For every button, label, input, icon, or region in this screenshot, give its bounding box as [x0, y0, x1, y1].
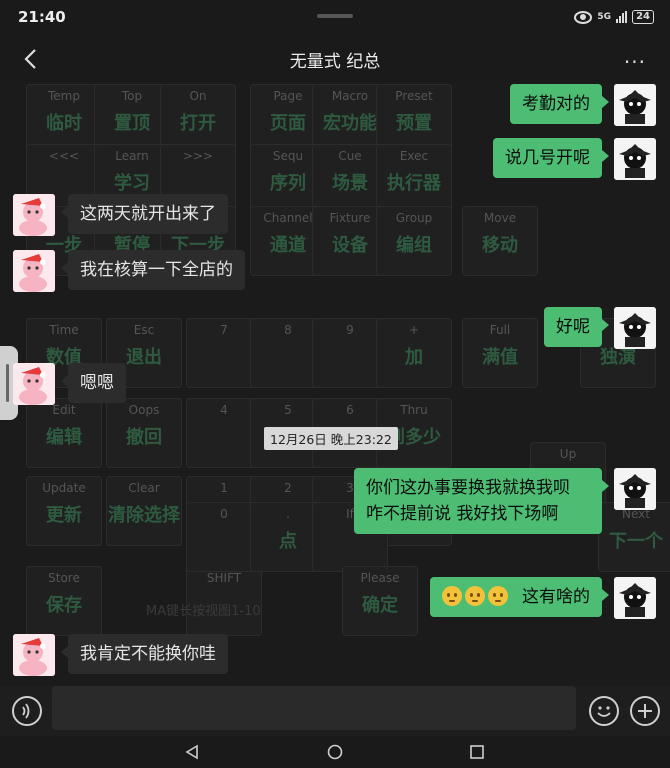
friend-avatar[interactable] — [13, 634, 55, 676]
message-bubble[interactable]: 这有啥的 — [430, 577, 609, 617]
my-avatar[interactable] — [614, 138, 656, 180]
background-key-label: SHIFT — [206, 571, 242, 585]
status-icons: 5G 24 — [574, 8, 654, 26]
background-key-label: Move — [483, 211, 517, 225]
background-key-label: Up — [559, 447, 577, 461]
background-key-zh-label: 清除选择 — [108, 505, 180, 526]
background-key-zh-label: 下一个 — [609, 531, 663, 552]
background-key: Clear 清除选择 — [106, 476, 182, 546]
emoji-roll-eyes-icon — [488, 586, 509, 606]
background-key-label: Edit — [52, 403, 76, 417]
nav-back-icon[interactable] — [184, 744, 200, 760]
background-key-zh-label: 临时 — [46, 113, 82, 134]
plus-icon[interactable] — [630, 696, 660, 726]
my-avatar[interactable] — [614, 577, 656, 619]
background-key-zh-label: 撤回 — [126, 427, 162, 448]
friend-avatar[interactable] — [13, 363, 55, 405]
background-key: Group 编组 — [376, 206, 452, 276]
background-key: Please 确定 — [342, 566, 418, 636]
nav-recent-icon[interactable] — [469, 744, 485, 760]
chat-area[interactable]: Temp 临时 Top 置顶 On 打开 Page 页面 Macro 宏功能 Preset 预置 <<<… — [0, 82, 670, 686]
background-key-label: Update — [42, 481, 86, 495]
input-bar — [0, 686, 670, 736]
message-bubble[interactable]: 说几号开呢 — [493, 138, 609, 178]
background-key-label: On — [189, 89, 207, 103]
background-key-label: + — [408, 323, 420, 337]
background-key-zh-label: 预置 — [396, 113, 432, 134]
status-bar: 21:40 5G 24 — [0, 0, 670, 36]
background-key-label: Learn — [115, 149, 149, 163]
background-key-label: Esc — [133, 323, 155, 337]
message-bubble[interactable]: 好呢 — [544, 307, 609, 347]
emoji-icon[interactable] — [589, 696, 619, 726]
background-key-label: >>> — [182, 149, 214, 163]
chat-header: 无量式 纪总 ··· — [0, 36, 670, 82]
background-key-zh-label: 打开 — [180, 113, 216, 134]
more-icon[interactable]: ··· — [624, 50, 646, 74]
message-bubble[interactable]: 你们这办事要换我就换我呗 咋不提前说 我好找下场啊 — [354, 468, 609, 534]
background-key: Update 更新 — [26, 476, 102, 546]
chat-title: 无量式 纪总 — [289, 52, 381, 72]
message-bubble[interactable]: 嗯嗯 — [61, 363, 126, 403]
nav-home-icon[interactable] — [327, 744, 343, 760]
background-key: Full 满值 — [462, 318, 538, 388]
background-key-label: Top — [121, 89, 143, 103]
background-key-zh-label: 更新 — [46, 505, 82, 526]
background-key: Edit 编辑 — [26, 398, 102, 468]
my-avatar[interactable] — [614, 468, 656, 510]
background-key-label: <<< — [48, 149, 80, 163]
message-timestamp: 12月26日 晚上23:22 — [264, 427, 398, 450]
navigation-bar — [0, 736, 670, 768]
my-avatar[interactable] — [614, 84, 656, 126]
emoji-roll-eyes-icon — [465, 586, 486, 606]
background-key-label: Exec — [399, 149, 429, 163]
background-key-zh-label: 移动 — [482, 235, 518, 256]
message-input[interactable] — [52, 686, 576, 730]
background-key-label: Thru — [400, 403, 428, 417]
background-key: Exec 执行器 — [376, 144, 452, 214]
background-key-label: Group — [395, 211, 433, 225]
message-bubble[interactable]: 考勤对的 — [510, 84, 609, 124]
background-key-zh-label: 编组 — [396, 235, 432, 256]
message-bubble[interactable]: 我在核算一下全店的 — [61, 250, 245, 290]
background-key-label: Temp — [48, 89, 80, 103]
signal-icon — [616, 11, 628, 23]
message-bubble[interactable]: 这两天就开出来了 — [61, 194, 228, 234]
background-key-label: Please — [360, 571, 400, 585]
background-key-label: Store — [48, 571, 80, 585]
background-key: Move 移动 — [462, 206, 538, 276]
network-label: 5G — [597, 12, 612, 22]
background-caption: MA键长按视图1-10 — [146, 604, 261, 619]
background-key: Store 保存 — [26, 566, 102, 636]
background-key-label: Time — [49, 323, 79, 337]
background-key: Oops 撤回 — [106, 398, 182, 468]
eye-comfort-icon — [574, 10, 593, 24]
friend-avatar[interactable] — [13, 194, 55, 236]
message-text: 这有啥的 — [522, 587, 590, 607]
background-key: Next 下一个 — [598, 502, 670, 572]
background-key-label: Preset — [395, 89, 433, 103]
background-key-zh-label: 编辑 — [46, 427, 82, 448]
voice-icon[interactable] — [12, 696, 42, 726]
background-key-zh-label: 学习 — [114, 173, 150, 194]
background-key-label: Full — [489, 323, 511, 337]
background-key-zh-label: 确定 — [362, 595, 398, 616]
background-key-zh-label: 加 — [405, 347, 423, 368]
notch-handle — [317, 14, 353, 18]
battery-icon: 24 — [632, 10, 654, 24]
background-key-label: Clear — [128, 481, 160, 495]
background-key-label: Oops — [128, 403, 160, 417]
background-key: + 加 — [376, 318, 452, 388]
friend-avatar[interactable] — [13, 250, 55, 292]
background-key-zh-label: 保存 — [46, 595, 82, 616]
background-key-zh-label: 执行器 — [387, 173, 441, 194]
status-time: 21:40 — [18, 8, 66, 26]
my-avatar[interactable] — [614, 307, 656, 349]
emoji-roll-eyes-icon — [442, 586, 463, 606]
background-key-zh-label: 满值 — [482, 347, 518, 368]
background-key-zh-label: 置顶 — [114, 113, 150, 134]
message-bubble[interactable]: 我肯定不能换你哇 — [61, 634, 228, 674]
